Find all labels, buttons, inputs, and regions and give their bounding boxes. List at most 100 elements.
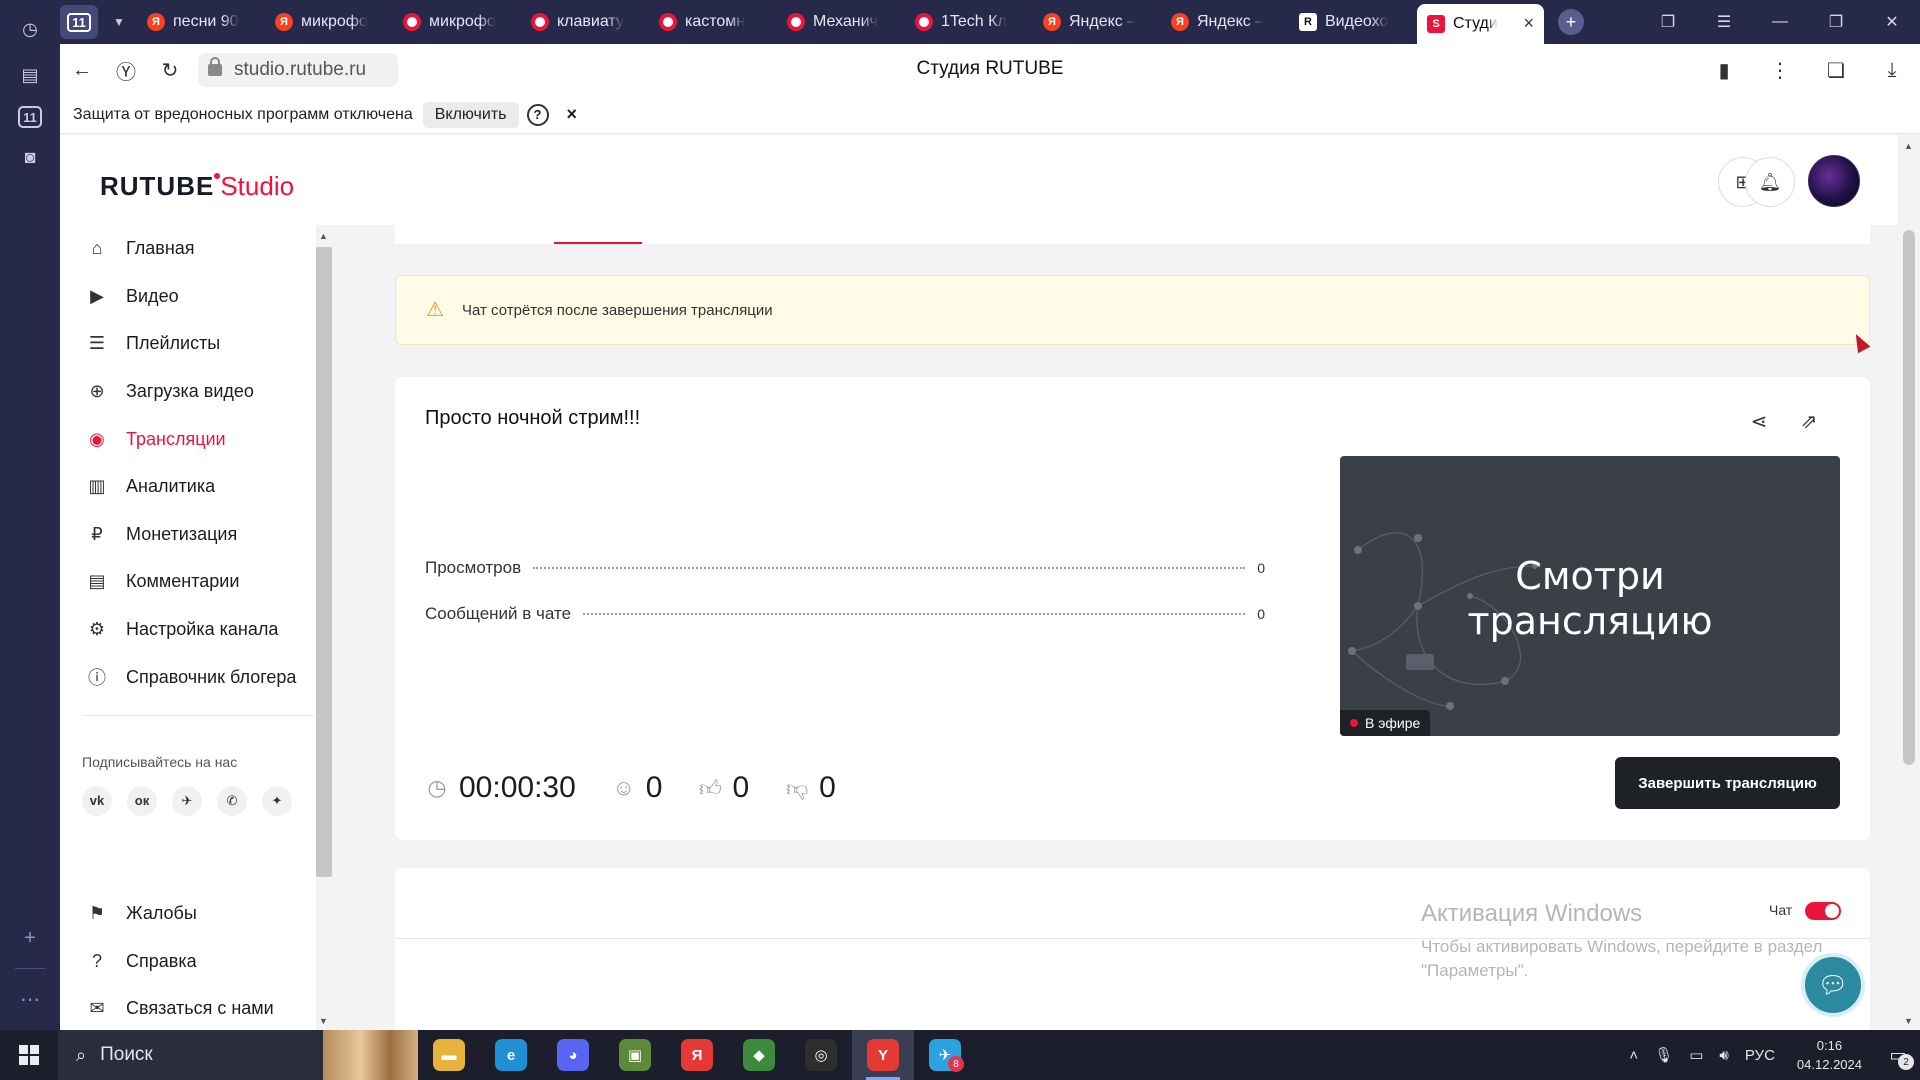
sidebar-item[interactable]: ◉ Трансляции [60,415,316,463]
search-highlight-image[interactable] [323,1030,418,1080]
close-icon[interactable]: × [567,104,578,125]
scrollbar-thumb[interactable] [1903,230,1915,765]
browser-tab[interactable]: S Студи × [1417,4,1544,44]
sidebar-scrollbar[interactable]: ▲ ▼ [316,225,334,1030]
browser-tab[interactable]: кастомн [649,4,776,40]
sidebar-item-label: Аналитика [126,476,216,497]
sidebar-item[interactable]: ⌂ Главная [60,225,316,273]
start-button[interactable] [0,1030,58,1080]
chat-bubbles-icon: 💬︎ [1817,971,1849,999]
scroll-up-icon[interactable]: ▲ [1904,141,1913,151]
extensions-icon[interactable]: ❏ [1808,48,1864,92]
sidebar-item[interactable]: ₽ Монетизация [60,511,316,559]
tab-title: 1Tech Кл [941,13,1007,30]
close-tab-icon[interactable]: × [1523,13,1534,34]
upload-icon: ⊕ [89,381,105,402]
browser-tab[interactable]: микрофо [393,4,520,40]
taskbar-app[interactable]: ◆ [728,1030,790,1080]
scroll-up-icon[interactable]: ▲ [319,231,328,241]
chevron-down-icon[interactable]: ▼ [102,5,136,39]
menu-icon[interactable]: ☰ [1696,12,1752,32]
new-tab-button[interactable]: + [1558,9,1584,35]
back-arrow-icon[interactable]: ← [60,48,104,92]
sidebar-item[interactable]: ▶ Видео [60,273,316,321]
help-icon[interactable]: ? [526,103,549,126]
browser-tab[interactable]: Япесни 90 [137,4,264,40]
search-icon: ⌕ [76,1044,87,1065]
sidebar-item[interactable]: ▤ Комментарии [60,558,316,606]
taskbar-app[interactable]: ✈ 8 [914,1030,976,1080]
ok-icon[interactable]: ок [127,785,157,816]
discord-icon: ◕ [557,1039,589,1071]
sidebar-item[interactable]: ▥ Аналитика [60,463,316,511]
sidebar-item[interactable]: ? Справка [60,938,316,986]
scroll-down-icon[interactable]: ▼ [1904,1016,1913,1026]
browser-tab[interactable]: Я Яндекс – [1161,4,1288,40]
tab-bar: 11 ▼ Япесни 90 Ямикрофо микрофо клавиату кас… [60,0,1920,44]
scroll-down-icon[interactable]: ▼ [319,1016,328,1026]
analytics-icon: ▥ [88,476,106,497]
notification-center-button[interactable]: ▭ 2 [1876,1030,1920,1080]
taskbar-app[interactable]: Я [666,1030,728,1080]
comments-icon: ▤ [88,571,106,592]
notification-count: 2 [1898,1054,1914,1070]
viber-icon[interactable]: ✆ [217,785,247,816]
share-icon[interactable]: ⋖ [1745,407,1773,435]
taskbar-app[interactable]: ▣ [604,1030,666,1080]
external-link-icon[interactable]: ⇗ [1795,407,1823,435]
taskbar-app[interactable]: ◎ [790,1030,852,1080]
browser-tab[interactable]: 1Tech Кл [905,4,1032,40]
taskbar-app[interactable]: ▬ [418,1030,480,1080]
bookmark-icon[interactable]: ▮ [1696,48,1752,92]
browser-tab[interactable]: клавиату [521,4,648,40]
taskbar-search[interactable]: ⌕ Поиск [58,1030,323,1080]
more-options-icon[interactable]: ⋮ [1752,48,1808,92]
end-stream-button[interactable]: Завершить трансляцию [1615,757,1840,809]
enable-protection-button[interactable]: Включить [422,101,519,128]
collections-icon[interactable]: ▤ [13,58,47,92]
chevron-up-icon[interactable]: ˄ [1629,1047,1638,1064]
browser-tab[interactable]: Ямикрофо [265,4,392,40]
minimize-icon[interactable]: — [1752,13,1808,31]
url-field[interactable]: studio.rutube.ru [198,53,398,87]
history-icon[interactable]: ◷ [13,12,47,46]
screenshot-icon[interactable]: ◙ [13,140,47,174]
volume-icon[interactable]: 🔊︎ [1719,1047,1728,1064]
clock[interactable]: 0:16 04.12.2024 [1797,1036,1862,1074]
scrollbar-thumb[interactable] [316,247,332,877]
taskbar-app[interactable]: Y [852,1030,914,1080]
sidebar-item[interactable]: ⊕ Загрузка видео [60,368,316,416]
notifications-button[interactable]: 🔔︎ [1745,157,1795,207]
restore-icon[interactable]: ❐ [1808,12,1864,32]
telegram-icon[interactable]: ✈ [172,785,202,816]
tab-group-button[interactable]: 11 [60,5,98,39]
network-icon[interactable]: ▭ [1689,1046,1703,1064]
reload-icon[interactable]: ↻ [148,48,192,92]
language-indicator[interactable]: РУС [1745,1047,1775,1064]
stream-preview[interactable]: Смотри трансляцию В эфире [1340,456,1840,736]
vk-icon[interactable]: vk [82,785,112,816]
taskbar-app[interactable]: e [480,1030,542,1080]
browser-tab[interactable]: R Видеохо [1289,4,1416,40]
tab-groups-icon[interactable]: 11 [18,106,42,128]
taskbar-app[interactable]: ◕ [542,1030,604,1080]
microphone-icon[interactable]: 🎙︎ [1654,1046,1673,1064]
sidebar-item[interactable]: ⚑ Жалобы [60,890,316,938]
sidebar-item[interactable]: ☰ Плейлисты [60,320,316,368]
yandex-home-icon[interactable]: Ⓨ [104,48,148,92]
add-panel-icon[interactable]: + [24,927,36,950]
zen-icon[interactable]: ✦ [262,785,292,816]
download-icon[interactable]: ⤓ [1864,48,1920,92]
rutube-studio-logo[interactable]: RUTUBE Studio [100,171,294,202]
page-scrollbar[interactable]: ▲ ▼ [1898,135,1920,1030]
support-chat-button[interactable]: 💬︎ [1801,953,1865,1017]
browser-tab[interactable]: Я Яндекс – [1033,4,1160,40]
bookmarks-panel-icon[interactable]: ❐ [1640,12,1696,32]
sidebar-item[interactable]: ✉ Связаться с нами [60,985,316,1033]
browser-tab[interactable]: Механич [777,4,904,40]
close-window-icon[interactable]: ✕ [1864,12,1920,32]
sidebar-item[interactable]: ⓘ Справочник блогера [60,653,316,701]
avatar[interactable] [1808,155,1860,207]
sidebar-item[interactable]: ⚙ Настройка канала [60,606,316,654]
more-icon[interactable]: ⋯ [20,987,40,1012]
